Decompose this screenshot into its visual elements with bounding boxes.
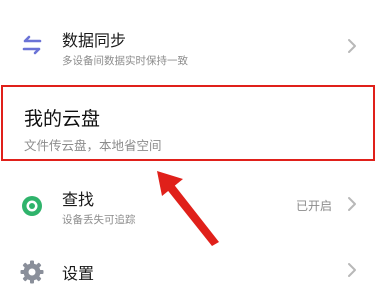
chevron-right-icon [347,262,357,278]
find-device-title: 查找 [62,190,95,209]
chevron-right-icon [347,196,357,212]
sync-arrows-icon [19,32,45,58]
my-cloud-drive-title: 我的云盘 [24,108,101,130]
find-device-icon [19,193,45,219]
gear-icon [19,259,45,285]
cloud-settings-screen: 数据同步 多设备间数据实时保持一致 我的云盘 文件传云盘，本地省空间 查找 设备… [0,0,379,289]
chevron-right-icon [347,38,357,54]
my-cloud-drive-row[interactable]: 我的云盘 文件传云盘，本地省空间 [0,84,379,164]
my-cloud-drive-subtitle: 文件传云盘，本地省空间 [24,138,162,153]
sync-data-row[interactable]: 数据同步 多设备间数据实时保持一致 [0,18,379,76]
annotation-arrow-icon [157,171,219,246]
find-device-subtitle: 设备丢失可追踪 [62,214,136,226]
sync-data-subtitle: 多设备间数据实时保持一致 [62,55,188,67]
find-device-status: 已开启 [295,199,332,213]
sync-data-title: 数据同步 [62,31,127,50]
settings-title: 设置 [62,264,95,283]
settings-row[interactable]: 设置 [0,248,379,289]
